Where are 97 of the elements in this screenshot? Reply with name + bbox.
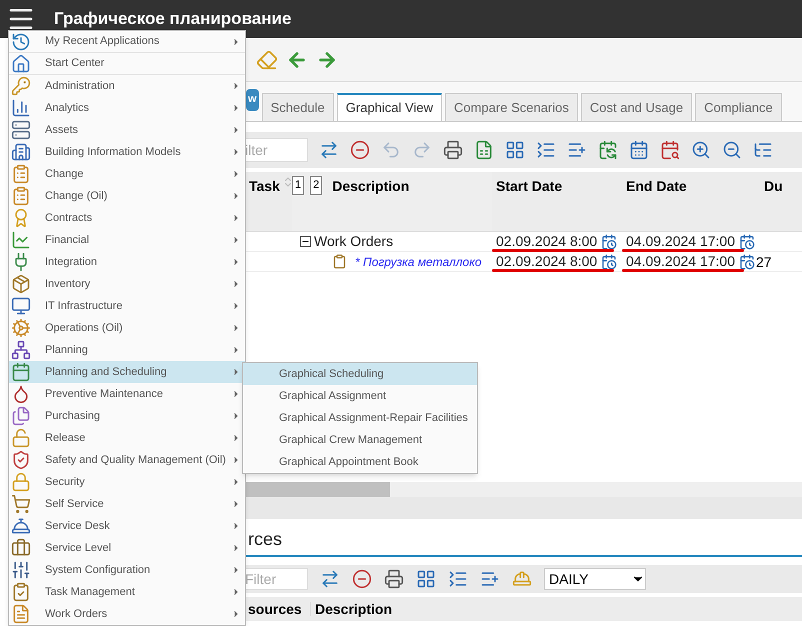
spreadsheet-icon[interactable]	[474, 140, 494, 160]
calendar-icon[interactable]	[739, 234, 755, 250]
column-header[interactable]: sources	[248, 601, 302, 617]
tab[interactable]: Schedule	[262, 93, 334, 121]
calendar-icon[interactable]	[601, 234, 618, 250]
menu-item[interactable]: Change (Oil)	[9, 185, 245, 207]
menu-item[interactable]: Graphical Crew Management	[243, 429, 477, 451]
menu-item[interactable]: Start Center	[9, 53, 245, 75]
bell-icon[interactable]	[11, 516, 31, 536]
briefcase-icon[interactable]	[11, 538, 31, 558]
line-chart-icon[interactable]	[11, 230, 31, 250]
grid-icon[interactable]	[416, 569, 436, 589]
network-icon[interactable]	[11, 340, 31, 360]
menu-item[interactable]: Graphical Assignment-Repair Facilities	[243, 407, 477, 429]
cart-icon[interactable]	[11, 494, 31, 514]
zoom-out-icon[interactable]	[722, 140, 742, 160]
menu-item[interactable]: Service Desk	[9, 515, 245, 537]
column-header[interactable]: Task	[249, 176, 280, 231]
building-icon[interactable]	[11, 142, 31, 162]
menu-item[interactable]: Analytics	[9, 97, 245, 119]
column-header[interactable]: Description	[332, 176, 410, 197]
menu-item[interactable]: Preventive Maintenance	[9, 383, 245, 405]
menu-item[interactable]: Administration	[9, 75, 245, 97]
tab[interactable]: Compliance	[695, 93, 782, 121]
menu-item[interactable]: Financial	[9, 229, 245, 251]
clipboard-icon	[332, 254, 347, 269]
calendar-icon[interactable]	[739, 254, 755, 270]
menu-item[interactable]: Release	[9, 427, 245, 449]
clipboard-icon[interactable]	[11, 164, 31, 184]
calendar-search-icon[interactable]	[660, 140, 680, 160]
grid-icon[interactable]	[505, 140, 525, 160]
tab[interactable]: Compare Scenarios	[444, 93, 578, 121]
group-label: Work Orders	[314, 232, 394, 251]
menu-item[interactable]: Purchasing	[9, 405, 245, 427]
monitor-icon[interactable]	[11, 296, 31, 316]
menu-item[interactable]: Planning	[9, 339, 245, 361]
document-icon[interactable]	[11, 604, 31, 624]
menu-item[interactable]: Inventory	[9, 273, 245, 295]
files-icon[interactable]	[11, 406, 31, 426]
menu-item[interactable]: Change	[9, 163, 245, 185]
calendar-icon[interactable]	[11, 362, 31, 382]
lock-icon[interactable]	[11, 428, 31, 448]
duration-cell-text: 27	[755, 253, 772, 271]
section-title: rces	[248, 528, 282, 551]
menu-item[interactable]: Security	[9, 471, 245, 493]
sliders-icon[interactable]	[11, 560, 31, 580]
menu-item[interactable]: Self Service	[9, 493, 245, 515]
menu-item[interactable]: Graphical Appointment Book	[243, 451, 477, 473]
menu-item[interactable]: Graphical Assignment	[243, 385, 477, 407]
level-button[interactable]: 2	[310, 176, 322, 194]
column-header[interactable]: Description	[315, 601, 392, 617]
period-select[interactable]: DAILY	[544, 568, 646, 590]
date-text: 04.09.2024 17:00	[626, 232, 735, 251]
menu-item[interactable]: Contracts	[9, 207, 245, 229]
menu-item[interactable]: Integration	[9, 251, 245, 273]
clipboard-icon[interactable]	[11, 186, 31, 206]
clock-icon[interactable]	[11, 32, 31, 52]
calendar-icon[interactable]	[601, 254, 618, 270]
house-icon[interactable]	[11, 54, 31, 74]
remove-icon[interactable]	[352, 569, 372, 589]
server-icon[interactable]	[11, 120, 31, 140]
menu-item[interactable]: Graphical Scheduling	[243, 363, 477, 385]
menu-item[interactable]: Assets	[9, 119, 245, 141]
level-button[interactable]: 1	[292, 176, 304, 194]
menu-item[interactable]: Planning and Scheduling	[9, 361, 245, 383]
tab[interactable]: Cost and Usage	[580, 93, 692, 121]
date-text: 02.09.2024 8:00	[496, 252, 598, 271]
print-icon[interactable]	[443, 140, 463, 160]
calendar-icon[interactable]	[629, 140, 649, 160]
remove-icon[interactable]	[350, 140, 370, 160]
collapse-icon[interactable]	[300, 236, 311, 247]
tab[interactable]: Graphical View	[336, 93, 442, 121]
arrows-icon[interactable]	[319, 140, 339, 160]
menu-item[interactable]: My Recent Applications	[9, 31, 245, 53]
column-header[interactable]: Du	[760, 172, 794, 231]
menu-item[interactable]: Operations (Oil)	[9, 317, 245, 339]
shield-icon[interactable]	[11, 450, 31, 470]
menu-item[interactable]: IT Infrastructure	[9, 295, 245, 317]
box-icon[interactable]	[11, 274, 31, 294]
clipboard-icon[interactable]	[11, 582, 31, 602]
key-icon[interactable]	[11, 76, 31, 96]
arrows-icon[interactable]	[320, 569, 340, 589]
calendar-refresh-icon[interactable]	[598, 140, 618, 160]
menu-item[interactable]: Service Level	[9, 537, 245, 559]
print-icon[interactable]	[384, 569, 404, 589]
column-header[interactable]: Start Date	[492, 172, 622, 231]
view-button[interactable]: w	[246, 88, 259, 110]
zoom-in-icon[interactable]	[691, 140, 711, 160]
menu-item[interactable]: Work Orders	[9, 603, 245, 625]
task-link[interactable]: * Погрузка металлоко	[355, 252, 482, 270]
date-text: 04.09.2024 17:00	[626, 252, 735, 271]
menu-item[interactable]: Safety and Quality Management (Oil)	[9, 449, 245, 471]
chart-icon[interactable]	[11, 98, 31, 118]
gear-icon[interactable]	[11, 318, 31, 338]
column-header[interactable]: End Date	[622, 172, 760, 231]
app-title: Графическое планирование	[54, 8, 292, 30]
date-text: 02.09.2024 8:00	[496, 232, 598, 251]
